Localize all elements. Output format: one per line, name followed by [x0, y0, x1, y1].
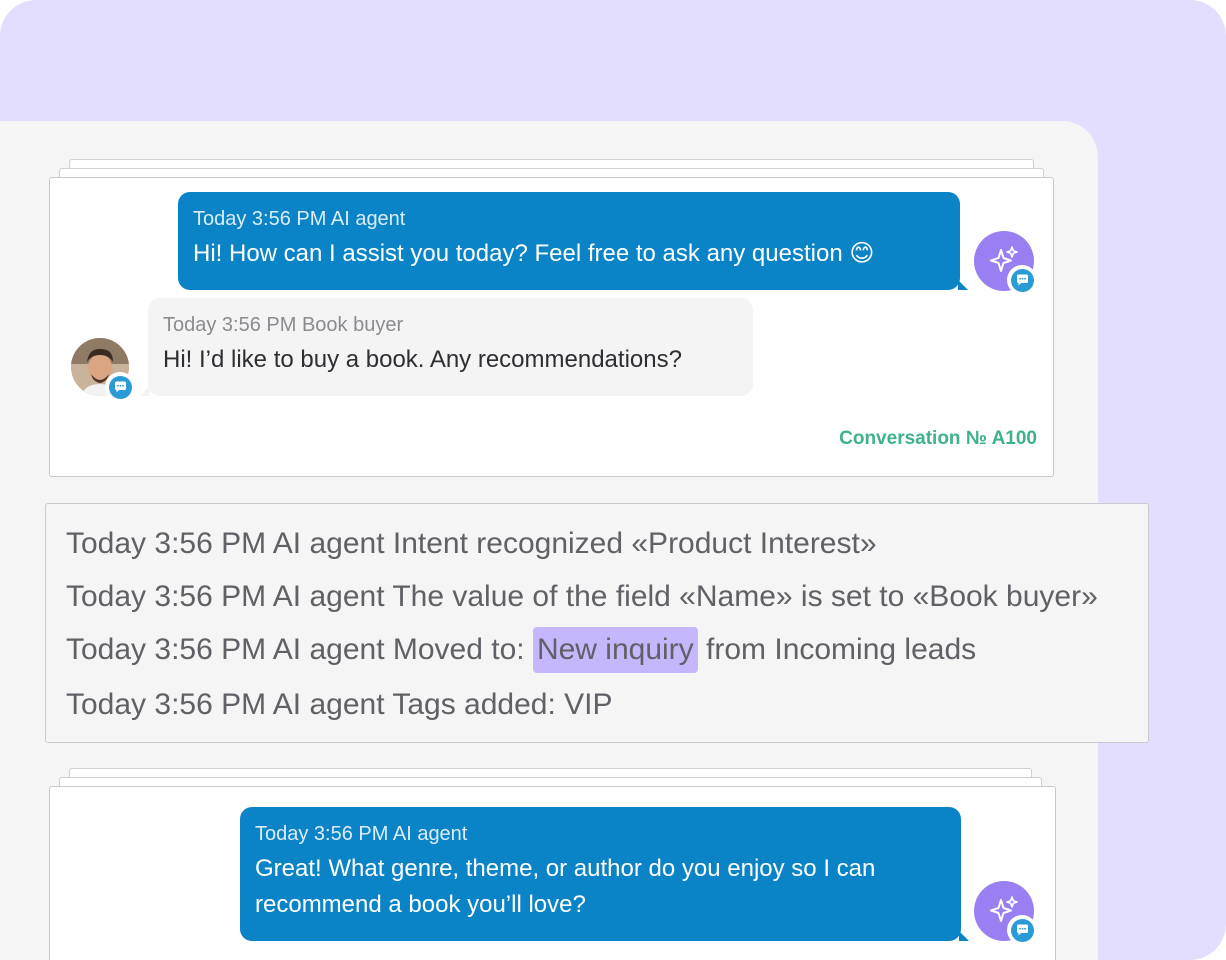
message-meta: Today 3:56 PM AI agent — [255, 823, 468, 845]
log-entry-moved-suffix: from Incoming leads — [697, 633, 977, 666]
chat-channel-badge — [105, 372, 135, 402]
conversation-card-bottom[interactable]: Today 3:56 PM AI agent Great! What genre… — [49, 786, 1056, 960]
pipeline-stage-tag[interactable]: New inquiry — [532, 627, 698, 673]
message-text: Great! What genre, theme, or author do y… — [255, 851, 945, 923]
log-entry-moved: Today 3:56 PM AI agent Moved to: New inq… — [66, 627, 976, 673]
log-entry-tags: Today 3:56 PM AI agent Tags added: VIP — [66, 688, 613, 721]
message-text: Hi! I’d like to buy a book. Any recommen… — [163, 346, 682, 373]
message-meta: Today 3:56 PM AI agent — [193, 208, 406, 230]
chat-bubble-icon — [1016, 924, 1028, 935]
chat-bubble-icon — [1016, 274, 1028, 285]
log-entry-field-set: Today 3:56 PM AI agent The value of the … — [66, 580, 1098, 613]
log-entry-intent: Today 3:56 PM AI agent Intent recognized… — [66, 527, 877, 560]
agent-message-bubble: Today 3:56 PM AI agent Hi! How can I ass… — [178, 192, 968, 290]
agent-message-bubble: Today 3:56 PM AI agent Great! What genre… — [240, 807, 969, 941]
activity-log: Today 3:56 PM AI agent Intent recognized… — [45, 503, 1149, 743]
chat-channel-badge — [1007, 265, 1037, 295]
message-text-line: Great! What genre, theme, or author do y… — [255, 855, 876, 882]
log-entry-moved-prefix: Today 3:56 PM AI agent Moved to: — [66, 633, 533, 666]
chat-channel-badge — [1007, 915, 1037, 945]
user-message-bubble: Today 3:56 PM Book buyer Hi! I’d like to… — [140, 298, 753, 396]
chat-bubble-icon — [114, 381, 126, 392]
message-text: Hi! How can I assist you today? Feel fre… — [193, 240, 875, 267]
conversation-card-top[interactable]: Today 3:56 PM AI agent Hi! How can I ass… — [49, 177, 1054, 477]
message-text-line: recommend a book you’ll love? — [255, 891, 586, 918]
message-meta: Today 3:56 PM Book buyer — [163, 314, 404, 336]
conversation-number[interactable]: Conversation № A100 — [839, 428, 1037, 450]
